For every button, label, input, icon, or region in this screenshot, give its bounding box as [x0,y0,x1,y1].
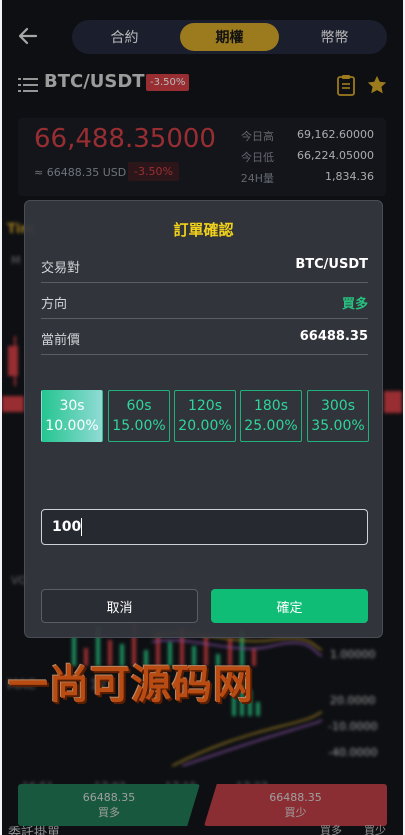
duration-180s[interactable]: 180s 25.00% [240,390,302,442]
amount-input[interactable] [52,510,352,544]
row-direction: 方向 買多 [41,283,368,319]
row-value: 買多 [341,297,368,312]
row-current-price: 當前價 66488.35 [41,319,368,355]
text-caret [81,518,82,536]
app-screen: 合約 期權 幣幣 BTC/USDT -3.50% 66,488.35000 ≈ … [2,0,403,835]
duration-rate: 10.00% [45,418,99,434]
duration-rate: 25.00% [244,418,298,434]
duration-30s[interactable]: 30s 10.00% [41,390,103,442]
duration-options: 30s 10.00% 60s 15.00% 120s 20.00% 180s 2… [41,390,369,442]
duration-120s[interactable]: 120s 20.00% [174,390,236,442]
duration-rate: 35.00% [311,418,365,434]
duration-rate: 15.00% [112,418,166,434]
duration-300s[interactable]: 300s 35.00% [307,390,369,442]
row-label: 方向 [41,297,68,312]
duration-time: 300s [320,398,355,414]
duration-time: 120s [187,398,222,414]
row-value: BTC/USDT [295,257,368,272]
dialog-title: 訂單確認 [173,221,234,239]
row-pair: 交易對 BTC/USDT [41,247,368,283]
order-confirm-dialog: 訂單確認 交易對 BTC/USDT 方向 買多 當前價 66488.35 30s… [24,200,383,638]
duration-time: 60s [126,398,152,414]
duration-time: 30s [59,398,85,414]
duration-60s[interactable]: 60s 15.00% [108,390,170,442]
duration-time: 180s [253,398,288,414]
confirm-button[interactable]: 確定 [211,589,368,623]
amount-field[interactable] [41,509,368,545]
row-label: 當前價 [41,333,81,348]
cancel-button[interactable]: 取消 [41,589,198,623]
duration-rate: 20.00% [178,418,232,434]
row-value: 66488.35 [299,329,368,344]
row-label: 交易對 [41,261,81,276]
